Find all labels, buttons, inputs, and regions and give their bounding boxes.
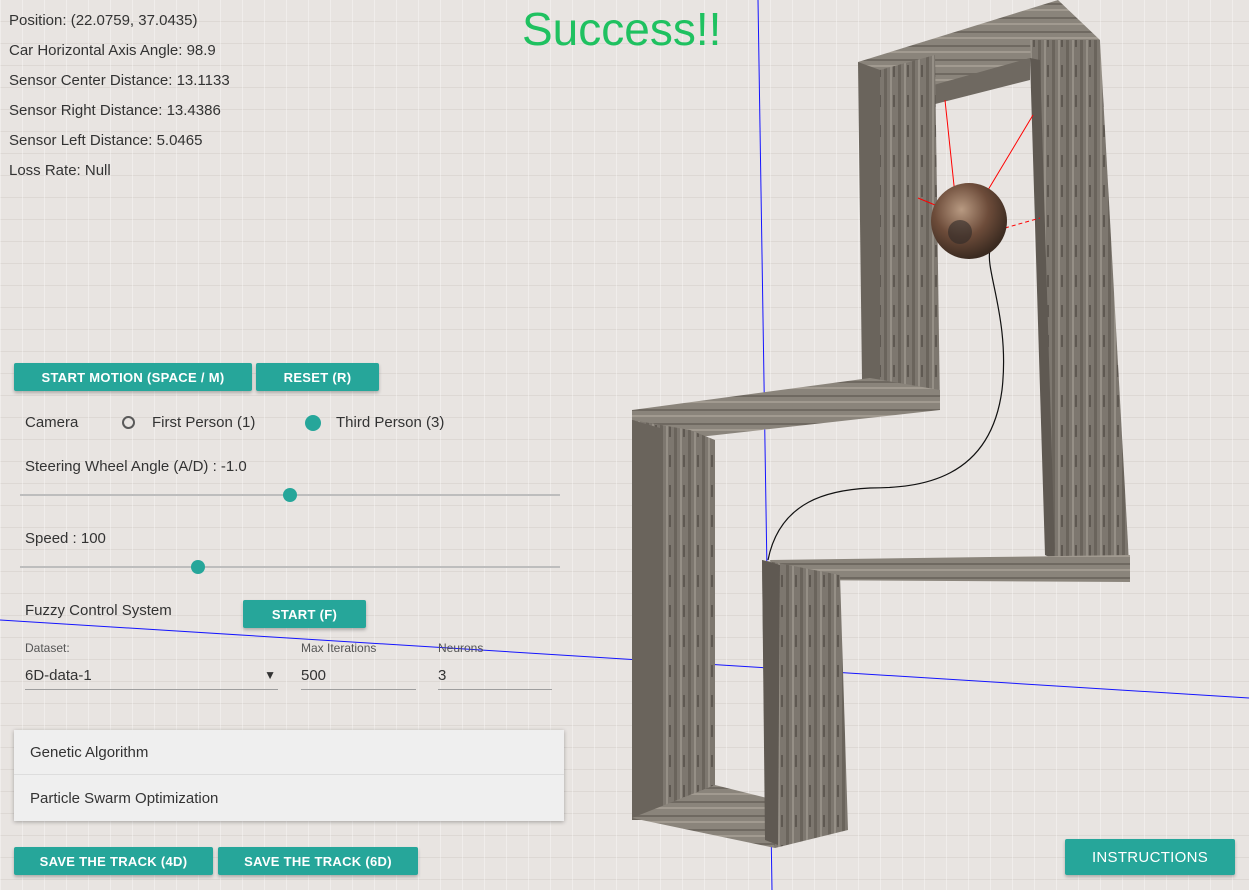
neurons-value: 3 [438, 666, 447, 684]
speed-label: Speed : 100 [25, 530, 106, 547]
dataset-select[interactable]: 6D-data-1 ▼ [25, 661, 278, 690]
sensor-left-readout: Sensor Left Distance: 5.0465 [9, 132, 203, 149]
save-track-6d-button[interactable]: SAVE THE TRACK (6D) [218, 847, 418, 875]
sensor-ray-left [944, 99, 956, 196]
position-readout: Position: (22.0759, 37.0435) [9, 12, 198, 29]
save-track-4d-button[interactable]: SAVE THE TRACK (4D) [14, 847, 213, 875]
sensor-right-readout: Sensor Right Distance: 13.4386 [9, 102, 221, 119]
pso-item[interactable]: Particle Swarm Optimization [14, 775, 564, 821]
wall-lower-right-edge [762, 560, 780, 845]
camera-third-person-label[interactable]: Third Person (3) [336, 414, 444, 431]
dataset-value: 6D-data-1 [25, 666, 92, 684]
camera-first-person-label[interactable]: First Person (1) [152, 414, 255, 431]
fuzzy-control-label: Fuzzy Control System [25, 602, 172, 619]
loss-rate-readout: Loss Rate: Null [9, 162, 111, 179]
reset-button[interactable]: RESET (R) [256, 363, 379, 391]
car-ball [931, 183, 1007, 259]
max-iterations-label: Max Iterations [301, 641, 377, 655]
sensor-center-readout: Sensor Center Distance: 13.1133 [9, 72, 230, 89]
start-motion-button[interactable]: START MOTION (SPACE / M) [14, 363, 252, 391]
steering-label: Steering Wheel Angle (A/D) : -1.0 [25, 458, 247, 475]
dropdown-arrow-icon: ▼ [264, 668, 276, 682]
speed-slider[interactable] [20, 566, 560, 568]
wall-left-lower-edge [632, 420, 660, 820]
instructions-button[interactable]: INSTRUCTIONS [1065, 839, 1235, 875]
success-message: Success!! [522, 3, 722, 55]
steering-slider-thumb[interactable] [283, 488, 297, 502]
sensor-ray-center [987, 114, 1034, 191]
camera-third-person-radio[interactable] [305, 415, 321, 431]
algorithm-collapsible: Genetic Algorithm Particle Swarm Optimiz… [14, 730, 564, 821]
sensor-ray-side [1004, 217, 1041, 229]
camera-first-person-radio[interactable] [122, 416, 135, 429]
angle-readout: Car Horizontal Axis Angle: 98.9 [9, 42, 216, 59]
car-ball-texture [948, 220, 972, 244]
camera-label: Camera [25, 414, 79, 431]
max-iterations-value: 500 [301, 666, 327, 684]
wall-left-upper-face [880, 55, 940, 410]
fuzzy-start-button[interactable]: START (F) [243, 600, 366, 628]
max-iterations-input[interactable]: 500 [301, 661, 416, 690]
dataset-label: Dataset: [25, 641, 70, 655]
neurons-input[interactable]: 3 [438, 661, 552, 690]
genetic-algorithm-item[interactable]: Genetic Algorithm [14, 730, 564, 775]
neurons-label: Neurons [438, 641, 484, 655]
wall-left-upper [858, 62, 880, 390]
